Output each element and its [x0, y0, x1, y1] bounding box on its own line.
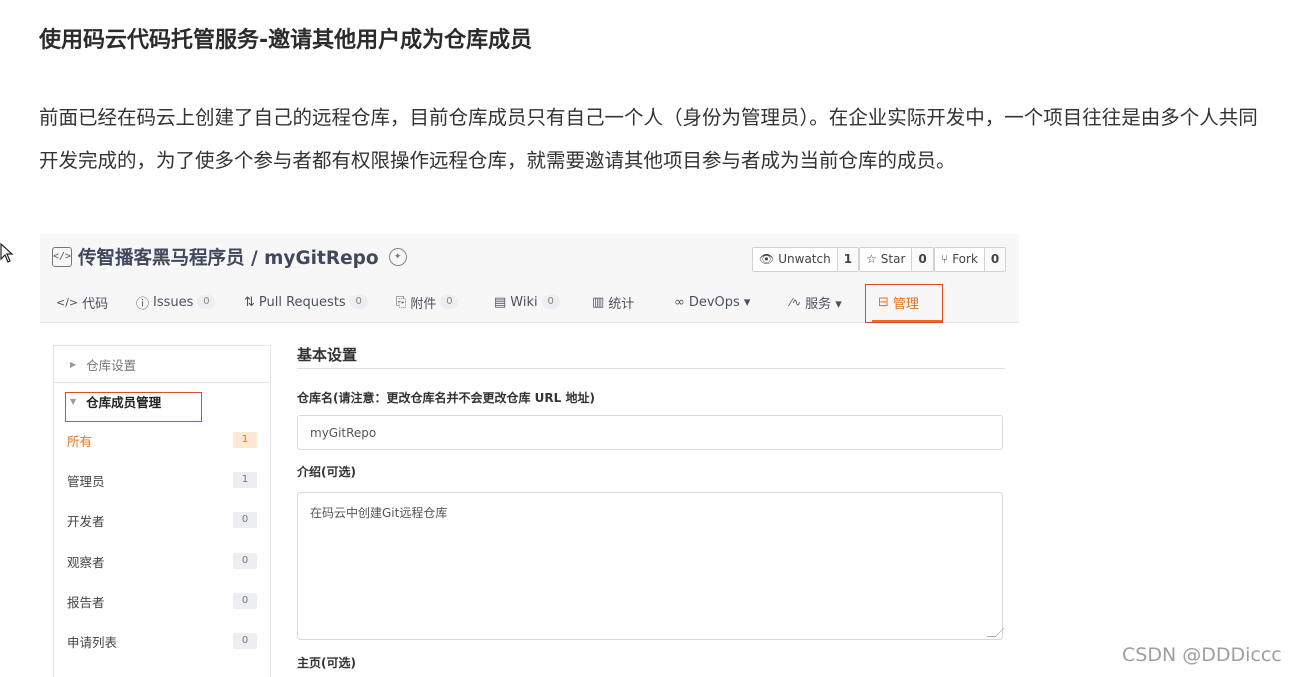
tab-devops[interactable]: ∞ DevOps ▾ — [674, 292, 750, 312]
tab-attachments-count: 0 — [440, 295, 459, 309]
fork-icon: ⑂ — [941, 252, 949, 266]
tab-wiki[interactable]: ▤ Wiki 0 — [494, 292, 560, 312]
article-title: 使用码云代码托管服务-邀请其他用户成为仓库成员 — [39, 28, 533, 53]
attachment-icon: ⎘ — [396, 294, 407, 310]
tab-issues-label: Issues — [153, 294, 194, 310]
tab-code-label: 代码 — [82, 296, 109, 312]
tab-wiki-label: Wiki — [510, 294, 538, 310]
fork-count[interactable]: 0 — [983, 248, 1006, 271]
award-badge-icon: ✦ — [388, 248, 407, 266]
sidebar-item-label: 管理员 — [67, 473, 105, 489]
tab-devops-label: DevOps ▾ — [688, 294, 751, 310]
sidebar-item-count: 0 — [233, 553, 257, 569]
star-count[interactable]: 0 — [911, 248, 933, 271]
chevron-right-icon: ▶ — [70, 359, 77, 369]
eye-icon: 👁 — [759, 252, 775, 266]
sidebar-item-count: 0 — [233, 633, 257, 649]
sidebar-item-label: 报告者 — [67, 594, 105, 610]
tab-pr-count: 0 — [349, 295, 368, 309]
repo-code-icon: </> — [52, 247, 72, 267]
tab-services[interactable]: ⁄∿ 服务 ▾ — [790, 292, 842, 312]
homepage-label: 主页(可选) — [297, 656, 356, 670]
stats-icon: ▥ — [592, 294, 605, 310]
fork-button[interactable]: ⑂ Fork 0 — [934, 247, 1007, 272]
tab-stats[interactable]: ▥ 统计 — [592, 292, 634, 312]
sidebar-item-label: 观察者 — [67, 554, 105, 570]
repo-name-label: 仓库名(请注意：更改仓库名并不会更改仓库 URL 地址) — [297, 391, 595, 405]
code-icon: </> — [56, 295, 79, 309]
unwatch-button[interactable]: 👁 Unwatch 1 — [752, 247, 860, 272]
star-label: Star — [880, 252, 906, 266]
highlight-box-manage-tab — [865, 284, 943, 323]
sidebar-item-count: 0 — [233, 512, 257, 528]
sidebar-item-count: 1 — [233, 472, 257, 488]
article-paragraph: 前面已经在码云上创建了自己的远程仓库，目前仓库成员只有自己一个人（身份为管理员）… — [39, 106, 1258, 172]
unwatch-label: Unwatch — [778, 252, 831, 266]
gitee-repo-screenshot: </> 传智播客黑马程序员 / myGitRepo ✦ 👁 Unwatch 1 ☆… — [40, 234, 1019, 677]
repo-name-link[interactable]: 传智播客黑马程序员 / myGitRepo — [78, 244, 379, 270]
basic-settings-title: 基本设置 — [297, 346, 358, 364]
issues-icon: ⓘ — [136, 296, 150, 312]
tab-attachments-label: 附件 — [410, 296, 437, 312]
sidebar-item-count: 0 — [233, 593, 257, 609]
star-button[interactable]: ☆ Star 0 — [859, 247, 934, 272]
csdn-watermark: CSDN @DDDiccc — [1122, 644, 1282, 666]
sidebar-item-developers[interactable]: 开发者 0 — [67, 510, 257, 530]
tab-code[interactable]: </> 代码 — [56, 292, 108, 312]
sidebar-item-all[interactable]: 所有 1 — [67, 430, 257, 450]
intro-textarea[interactable]: 在码云中创建Git远程仓库 — [297, 492, 1005, 640]
highlight-box-members — [65, 392, 202, 422]
sidebar-item-label: 所有 — [67, 433, 93, 449]
devops-icon: ∞ — [674, 294, 685, 310]
sidebar-item-applications[interactable]: 申请列表 0 — [67, 631, 257, 651]
sidebar-section-repo-settings[interactable]: ▶ 仓库设置 — [54, 346, 270, 383]
tab-stats-label: 统计 — [608, 296, 635, 312]
sidebar-item-label: 申请列表 — [67, 634, 118, 650]
intro-label: 介绍(可选) — [297, 465, 356, 479]
tab-attachments[interactable]: ⎘ 附件 0 — [396, 292, 459, 312]
section-divider — [297, 368, 1005, 369]
sidebar-item-count: 1 — [233, 432, 257, 448]
watch-count[interactable]: 1 — [836, 248, 859, 271]
tab-services-label: 服务 ▾ — [805, 296, 842, 312]
mouse-pointer-icon — [0, 243, 14, 263]
wiki-icon: ▤ — [494, 294, 507, 310]
pull-request-icon: ⇅ — [244, 294, 255, 310]
sidebar-section-label: 仓库设置 — [86, 357, 137, 373]
sidebar-item-label: 开发者 — [67, 513, 105, 529]
services-icon: ⁄∿ — [790, 295, 802, 309]
fork-label: Fork — [952, 252, 978, 266]
sidebar-item-reporters[interactable]: 报告者 0 — [67, 591, 257, 611]
intro-text: 在码云中创建Git远程仓库 — [310, 506, 448, 520]
sidebar-item-observers[interactable]: 观察者 0 — [67, 551, 257, 571]
tab-pr-label: Pull Requests — [258, 294, 346, 310]
sidebar-item-admins[interactable]: 管理员 1 — [67, 470, 257, 490]
resize-handle-icon[interactable] — [986, 628, 1005, 637]
tab-wiki-count: 0 — [541, 295, 560, 309]
repo-name-input[interactable]: myGitRepo — [297, 415, 1003, 450]
tab-issues[interactable]: ⓘ Issues 0 — [136, 292, 216, 312]
tab-issues-count: 0 — [197, 295, 216, 309]
repo-title-row: </> 传智播客黑马程序员 / myGitRepo ✦ — [52, 244, 407, 270]
star-icon: ☆ — [866, 252, 877, 266]
tab-pull-requests[interactable]: ⇅ Pull Requests 0 — [244, 292, 368, 312]
